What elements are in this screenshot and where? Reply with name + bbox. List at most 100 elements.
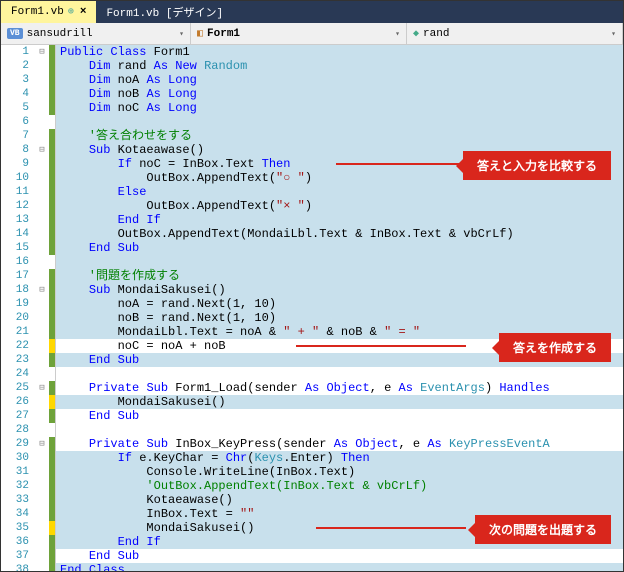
nav-member-text: rand [423, 28, 449, 40]
tab-label: Form1.vb [11, 6, 64, 18]
gutter-row: 10 [1, 171, 55, 185]
line-number: 28 [1, 423, 35, 437]
gutter-row: 27 [1, 409, 55, 423]
nav-project[interactable]: VB sansudrill ▾ [1, 23, 191, 44]
code-line[interactable]: '問題を作成する [56, 269, 623, 283]
fold-toggle [35, 115, 49, 129]
code-line[interactable]: Dim noB As Long [56, 87, 623, 101]
gutter-row: 4 [1, 87, 55, 101]
gutter-row: 22 [1, 339, 55, 353]
gutter-row: 35 [1, 521, 55, 535]
change-marker [49, 339, 55, 353]
fold-toggle [35, 59, 49, 73]
gutter: 1⊟2345678⊟9101112131415161718⊟1920212223… [1, 45, 56, 571]
code-line[interactable]: Dim noC As Long [56, 101, 623, 115]
fold-toggle [35, 451, 49, 465]
line-number: 32 [1, 479, 35, 493]
line-number: 26 [1, 395, 35, 409]
change-marker [49, 367, 55, 381]
nav-class-text: Form1 [207, 28, 240, 40]
gutter-row: 8⊟ [1, 143, 55, 157]
line-number: 34 [1, 507, 35, 521]
fold-toggle[interactable]: ⊟ [35, 381, 49, 395]
tab-form1-vb[interactable]: Form1.vb ⊕ × [1, 1, 96, 23]
code-area[interactable]: 答えと入力を比較する 答えを作成する 次の問題を出題する Public Clas… [56, 45, 623, 571]
line-number: 19 [1, 297, 35, 311]
code-line[interactable]: Kotaeawase() [56, 493, 623, 507]
line-number: 30 [1, 451, 35, 465]
nav-class[interactable]: ◧ Form1 ▾ [191, 23, 407, 44]
fold-toggle[interactable]: ⊟ [35, 45, 49, 59]
tab-form1-design[interactable]: Form1.vb [デザイン] [96, 1, 233, 23]
code-line[interactable]: OutBox.AppendText("× ") [56, 199, 623, 213]
code-line[interactable]: Console.WriteLine(InBox.Text) [56, 465, 623, 479]
change-marker [49, 563, 55, 571]
gutter-row: 28 [1, 423, 55, 437]
chevron-down-icon: ▾ [395, 29, 400, 39]
code-line[interactable]: Private Sub Form1_Load(sender As Object,… [56, 381, 623, 395]
change-marker [49, 227, 55, 241]
change-marker [49, 479, 55, 493]
line-number: 20 [1, 311, 35, 325]
code-line[interactable] [56, 255, 623, 269]
code-line[interactable]: If e.KeyChar = Chr(Keys.Enter) Then [56, 451, 623, 465]
change-marker [49, 59, 55, 73]
close-icon[interactable]: × [80, 6, 87, 18]
fold-toggle [35, 549, 49, 563]
change-marker [49, 115, 55, 129]
code-line[interactable]: End Sub [56, 409, 623, 423]
gutter-row: 5 [1, 101, 55, 115]
code-line[interactable]: Dim rand As New Random [56, 59, 623, 73]
code-line[interactable]: '答え合わせをする [56, 129, 623, 143]
code-line[interactable]: Public Class Form1 [56, 45, 623, 59]
gutter-row: 23 [1, 353, 55, 367]
code-line[interactable] [56, 115, 623, 129]
code-line[interactable]: Private Sub InBox_KeyPress(sender As Obj… [56, 437, 623, 451]
fold-toggle [35, 507, 49, 521]
fold-toggle[interactable]: ⊟ [35, 283, 49, 297]
callout-line [336, 163, 466, 165]
change-marker [49, 325, 55, 339]
code-line[interactable]: noB = rand.Next(1, 10) [56, 311, 623, 325]
gutter-row: 9 [1, 157, 55, 171]
code-line[interactable]: Sub MondaiSakusei() [56, 283, 623, 297]
change-marker [49, 395, 55, 409]
code-line[interactable]: Dim noA As Long [56, 73, 623, 87]
code-line[interactable]: End Sub [56, 241, 623, 255]
fold-toggle [35, 213, 49, 227]
code-line[interactable]: End If [56, 213, 623, 227]
code-line[interactable] [56, 367, 623, 381]
field-icon: ◆ [413, 28, 419, 40]
fold-toggle [35, 409, 49, 423]
change-marker [49, 255, 55, 269]
class-icon: ◧ [197, 28, 203, 40]
line-number: 25 [1, 381, 35, 395]
change-marker [49, 437, 55, 451]
gutter-row: 11 [1, 185, 55, 199]
chevron-down-icon: ▾ [611, 29, 616, 39]
code-line[interactable] [56, 423, 623, 437]
gutter-row: 20 [1, 311, 55, 325]
pin-icon[interactable]: ⊕ [68, 6, 74, 18]
fold-toggle[interactable]: ⊟ [35, 437, 49, 451]
code-line[interactable]: End Sub [56, 549, 623, 563]
code-line[interactable]: Else [56, 185, 623, 199]
code-line[interactable]: End Class [56, 563, 623, 571]
change-marker [49, 423, 55, 437]
code-line[interactable]: OutBox.AppendText(MondaiLbl.Text & InBox… [56, 227, 623, 241]
change-marker [49, 409, 55, 423]
fold-toggle[interactable]: ⊟ [35, 143, 49, 157]
change-marker [49, 297, 55, 311]
code-line[interactable]: 'OutBox.AppendText(InBox.Text & vbCrLf) [56, 479, 623, 493]
fold-toggle [35, 367, 49, 381]
line-number: 1 [1, 45, 35, 59]
code-line[interactable]: noA = rand.Next(1, 10) [56, 297, 623, 311]
change-marker [49, 129, 55, 143]
fold-toggle [35, 87, 49, 101]
code-editor: 1⊟2345678⊟9101112131415161718⊟1920212223… [1, 45, 623, 571]
nav-member[interactable]: ◆ rand ▾ [407, 23, 623, 44]
fold-toggle [35, 157, 49, 171]
line-number: 36 [1, 535, 35, 549]
code-line[interactable]: MondaiSakusei() [56, 395, 623, 409]
fold-toggle [35, 101, 49, 115]
